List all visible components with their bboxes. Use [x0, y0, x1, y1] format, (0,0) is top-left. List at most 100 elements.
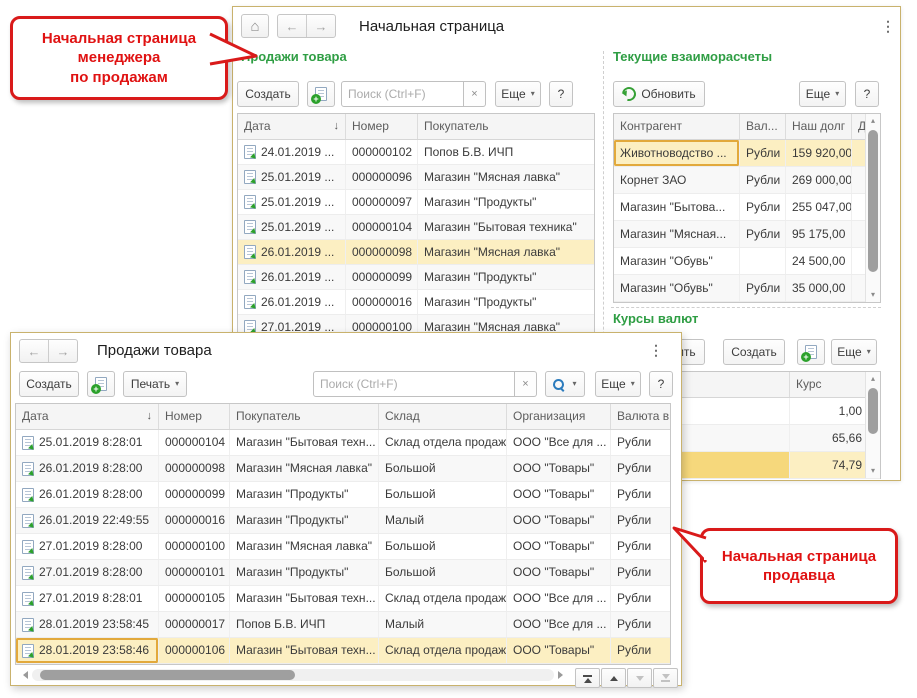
cell-number[interactable]: 000000104 — [346, 215, 418, 239]
cell-date[interactable]: 26.01.2019 ... — [238, 240, 346, 264]
cell-number[interactable]: 000000099 — [346, 265, 418, 289]
cell-date[interactable]: 25.01.2019 ... — [238, 190, 346, 214]
cell-number[interactable]: 000000105 — [159, 586, 230, 611]
column-header-contractor[interactable]: Контрагент — [614, 114, 740, 139]
search-input[interactable] — [313, 371, 515, 397]
cell-currency[interactable]: Рубли — [740, 194, 786, 220]
cell-buyer[interactable]: Магазин "Мясная лавка" — [230, 456, 379, 481]
cell-warehouse[interactable]: Малый — [379, 508, 507, 533]
go-next-button[interactable] — [627, 668, 652, 688]
cell-number[interactable]: 000000099 — [159, 482, 230, 507]
cell-number[interactable]: 000000016 — [159, 508, 230, 533]
table-row[interactable]: Магазин "Обувь" Рубли 35 000,00 — [614, 275, 880, 302]
cell-warehouse[interactable]: Большой — [379, 534, 507, 559]
cell-date[interactable]: 26.01.2019 ... — [238, 265, 346, 289]
cell-org[interactable]: ООО "Товары" — [507, 508, 611, 533]
cell-contractor[interactable]: Магазин "Обувь" — [614, 248, 740, 274]
cell-currency[interactable]: Рубли — [611, 586, 670, 611]
cell-number[interactable]: 000000016 — [346, 290, 418, 314]
cell-org[interactable]: ООО "Товары" — [507, 560, 611, 585]
cell-date[interactable]: 25.01.2019 ... — [238, 165, 346, 189]
cell-warehouse[interactable]: Большой — [379, 456, 507, 481]
go-last-button[interactable] — [653, 668, 678, 688]
table-row[interactable]: 26.01.2019 22:49:55 000000016 Магазин "П… — [16, 508, 670, 534]
cell-currency[interactable]: Рубли — [740, 140, 786, 166]
cell-currency[interactable] — [740, 248, 786, 274]
cell-number[interactable]: 000000098 — [159, 456, 230, 481]
column-header-buyer[interactable]: Покупатель — [418, 114, 594, 139]
cell-currency[interactable]: Рубли — [611, 456, 670, 481]
cell-buyer[interactable]: Магазин "Мясная лавка" — [230, 534, 379, 559]
cell-our-debt[interactable]: 95 175,00 — [786, 221, 852, 247]
cell-currency[interactable]: Рубли — [611, 612, 670, 637]
cell-date[interactable]: 25.01.2019 ... — [238, 215, 346, 239]
cell-buyer[interactable]: Магазин "Бытовая техника" — [418, 215, 594, 239]
table-row[interactable]: 28.01.2019 23:58:45 000000017 Попов Б.В.… — [16, 612, 670, 638]
cell-date[interactable]: 26.01.2019 8:28:00 — [16, 456, 159, 481]
cell-date[interactable]: 24.01.2019 ... — [238, 140, 346, 164]
help-button[interactable]: ? — [649, 371, 673, 397]
create-copy-button[interactable] — [797, 339, 825, 365]
cell-org[interactable]: ООО "Все для ... — [507, 612, 611, 637]
cell-number[interactable]: 000000097 — [346, 190, 418, 214]
cell-date[interactable]: 26.01.2019 22:49:55 — [16, 508, 159, 533]
column-header-rate[interactable]: Курс — [790, 372, 868, 397]
cell-buyer[interactable]: Магазин "Продукты" — [418, 265, 594, 289]
cell-number[interactable]: 000000100 — [159, 534, 230, 559]
table-row[interactable]: 27.01.2019 8:28:01 000000105 Магазин "Бы… — [16, 586, 670, 612]
table-row[interactable]: Корнет ЗАО Рубли 269 000,00 — [614, 167, 880, 194]
cell-buyer[interactable]: Магазин "Бытовая техн... — [230, 430, 379, 455]
table-row[interactable]: 26.01.2019 8:28:00 000000098 Магазин "Мя… — [16, 456, 670, 482]
refresh-button[interactable]: Обновить — [613, 81, 705, 107]
cell-warehouse[interactable]: Склад отдела продаж — [379, 586, 507, 611]
cell-currency[interactable]: Рубли — [740, 167, 786, 193]
vertical-scrollbar[interactable]: ▴ ▾ — [865, 372, 880, 478]
create-copy-button[interactable] — [87, 371, 115, 397]
cell-number[interactable]: 000000104 — [159, 430, 230, 455]
table-row[interactable]: 26.01.2019 ... 000000098 Магазин "Мясная… — [238, 240, 594, 265]
window-menu-icon[interactable]: ⋮ — [649, 343, 663, 357]
cell-warehouse[interactable]: Малый — [379, 612, 507, 637]
table-row[interactable]: Магазин "Обувь" 24 500,00 — [614, 248, 880, 275]
forward-button[interactable]: → — [306, 15, 335, 37]
print-button[interactable]: Печать▾ — [123, 371, 187, 397]
table-row[interactable]: 26.01.2019 ... 000000099 Магазин "Продук… — [238, 265, 594, 290]
cell-date[interactable]: 27.01.2019 8:28:00 — [16, 534, 159, 559]
clear-search-button[interactable]: × — [515, 371, 537, 397]
table-row[interactable]: 27.01.2019 8:28:00 000000100 Магазин "Мя… — [16, 534, 670, 560]
cell-org[interactable]: ООО "Товары" — [507, 482, 611, 507]
scroll-down-icon[interactable]: ▾ — [866, 465, 880, 477]
scrollbar-track[interactable] — [32, 669, 554, 681]
cell-org[interactable]: ООО "Все для ... — [507, 430, 611, 455]
search-options-button[interactable]: ▾ — [545, 371, 585, 397]
scroll-up-icon[interactable]: ▴ — [866, 115, 880, 127]
column-header-warehouse[interactable]: Склад — [379, 404, 507, 429]
table-row[interactable]: Животноводство ... Рубли 159 920,00 — [614, 140, 880, 167]
cell-org[interactable]: ООО "Товары" — [507, 456, 611, 481]
cell-currency[interactable]: Рубли — [740, 221, 786, 247]
cell-rate[interactable]: 1,00 — [790, 398, 868, 424]
go-prev-button[interactable] — [601, 668, 626, 688]
cell-our-debt[interactable]: 24 500,00 — [786, 248, 852, 274]
cell-our-debt[interactable]: 159 920,00 — [786, 140, 852, 166]
cell-date[interactable]: 27.01.2019 8:28:00 — [16, 560, 159, 585]
cell-date[interactable]: 27.01.2019 8:28:01 — [16, 586, 159, 611]
cell-number[interactable]: 000000096 — [346, 165, 418, 189]
more-button[interactable]: Еще▾ — [595, 371, 641, 397]
table-row[interactable]: 25.01.2019 ... 000000097 Магазин "Продук… — [238, 190, 594, 215]
scroll-right-icon[interactable] — [558, 671, 567, 679]
cell-our-debt[interactable]: 35 000,00 — [786, 275, 852, 301]
scroll-up-icon[interactable]: ▴ — [866, 373, 880, 385]
cell-our-debt[interactable]: 255 047,00 — [786, 194, 852, 220]
column-header-date[interactable]: Дата ↓ — [238, 114, 346, 139]
cell-number[interactable]: 000000017 — [159, 612, 230, 637]
cell-buyer[interactable]: Магазин "Продукты" — [418, 190, 594, 214]
cell-date[interactable]: 26.01.2019 8:28:00 — [16, 482, 159, 507]
table-row[interactable]: Магазин "Бытова... Рубли 255 047,00 — [614, 194, 880, 221]
create-button[interactable]: Создать — [19, 371, 79, 397]
cell-org[interactable]: ООО "Все для ... — [507, 586, 611, 611]
table-row[interactable]: Магазин "Мясная... Рубли 95 175,00 — [614, 221, 880, 248]
create-button[interactable]: Создать — [237, 81, 299, 107]
table-row[interactable]: 26.01.2019 ... 000000016 Магазин "Продук… — [238, 290, 594, 315]
cell-buyer[interactable]: Магазин "Мясная лавка" — [418, 240, 594, 264]
